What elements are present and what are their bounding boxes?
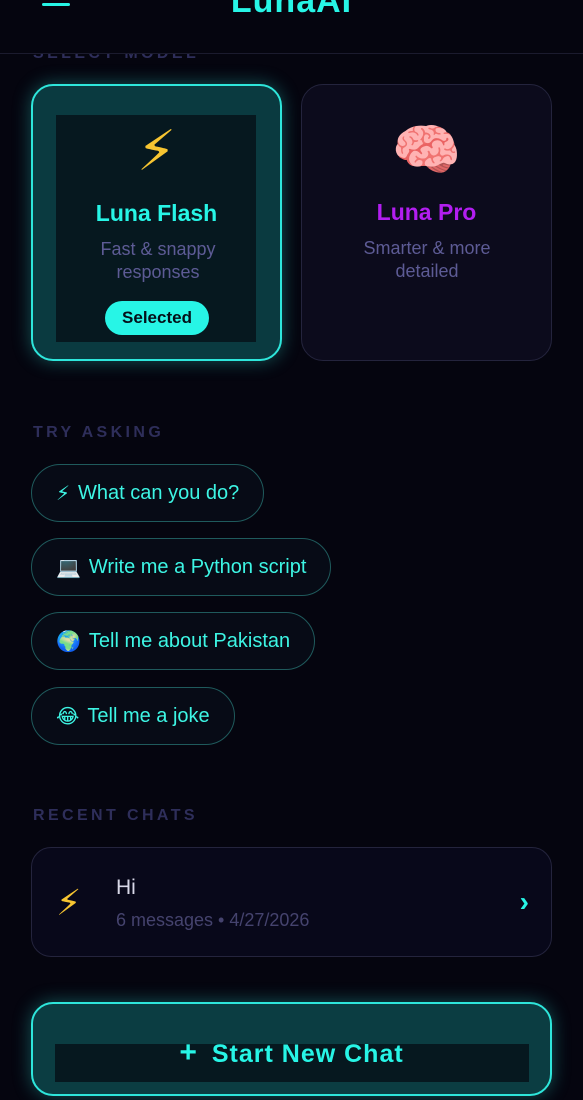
model-card-luna-pro[interactable]: 🧠 Luna Pro Smarter & more detailed: [301, 84, 552, 361]
lightning-icon: ⚡: [136, 119, 177, 182]
laptop-icon: 💻: [56, 556, 81, 579]
suggestion-text: Tell me about Pakistan: [88, 629, 291, 652]
suggestion-chip-python-script[interactable]: 💻 Write me a Python script: [31, 538, 332, 596]
selected-badge: Selected: [105, 301, 209, 335]
suggestion-text: Write me a Python script: [88, 555, 307, 578]
chevron-right-icon: ›: [519, 886, 529, 917]
section-label-recent-chats: RECENT CHATS: [33, 807, 198, 824]
app-header: LunaAI: [0, 0, 583, 54]
chat-meta: 6 messages • 4/27/2026: [116, 910, 310, 930]
recent-chat-item[interactable]: ⚡ Hi 6 messages • 4/27/2026 ›: [31, 847, 552, 957]
brain-icon: 🧠: [391, 118, 462, 181]
model-name: Luna Pro: [376, 199, 477, 225]
suggestion-chip-pakistan[interactable]: 🌍 Tell me about Pakistan: [31, 612, 316, 670]
lightning-icon: ⚡: [56, 482, 71, 505]
start-new-chat-label: + Start New Chat: [33, 1036, 550, 1070]
app-title: LunaAI: [230, 0, 353, 20]
model-card-luna-flash[interactable]: ⚡ Luna Flash Fast & snappy responses Sel…: [31, 84, 282, 361]
start-new-chat-text: Start New Chat: [211, 1040, 404, 1068]
suggestion-chip-what-can-you-do[interactable]: ⚡ What can you do?: [31, 464, 265, 522]
chat-title: Hi: [116, 876, 136, 899]
suggestion-text: Tell me a joke: [87, 704, 210, 727]
model-description: Fast & snappy responses: [100, 239, 216, 282]
model-description: Smarter & more detailed: [363, 238, 491, 281]
section-label-try-asking: TRY ASKING: [33, 424, 165, 441]
suggestion-chip-joke[interactable]: 😂 Tell me a joke: [31, 687, 235, 745]
model-name: Luna Flash: [95, 200, 218, 226]
lightning-icon: ⚡: [56, 882, 82, 923]
plus-icon: +: [179, 1036, 198, 1069]
globe-icon: 🌍: [56, 630, 81, 653]
suggestion-text: What can you do?: [78, 481, 240, 504]
laughing-face-icon: 😂: [56, 705, 80, 728]
start-new-chat-button[interactable]: + Start New Chat: [31, 1002, 552, 1096]
